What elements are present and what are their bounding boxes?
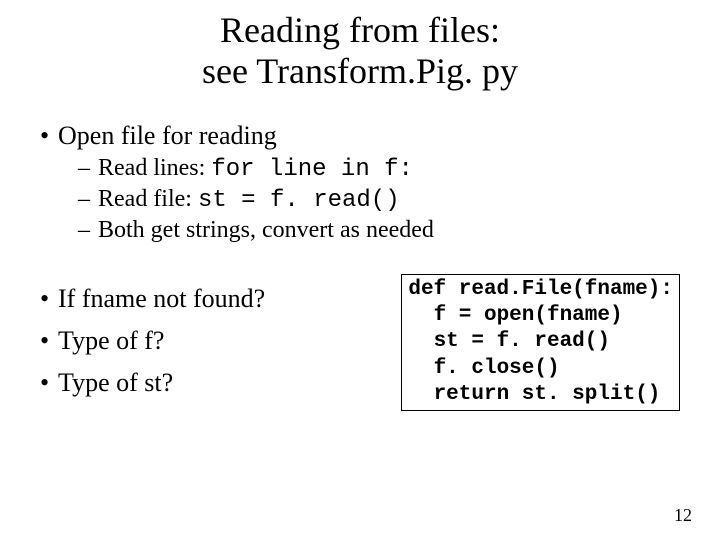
page-number: 12 [674,505,692,526]
title-line-2: see Transform.Pig. py [202,51,518,91]
bullet-type-of-st: Type of st? [40,368,401,398]
slide-title: Reading from files: see Transform.Pig. p… [40,10,680,93]
sub-list-open: Read lines: for line in f: Read file: st… [40,155,680,244]
sub-both-strings: Both get strings, convert as needed [40,217,680,244]
bullet-type-of-f: Type of f? [40,326,401,356]
sub-read-file: Read file: st = f. read() [40,186,680,214]
title-line-1: Reading from files: [220,10,500,50]
bullet-open-file: Open file for reading [40,121,680,151]
code-read-file: def read.File(fname): f = open(fname) st… [401,274,680,411]
sub-read-lines: Read lines: for line in f: [40,155,680,183]
bullet-fname-not-found: If fname not found? [40,284,401,314]
